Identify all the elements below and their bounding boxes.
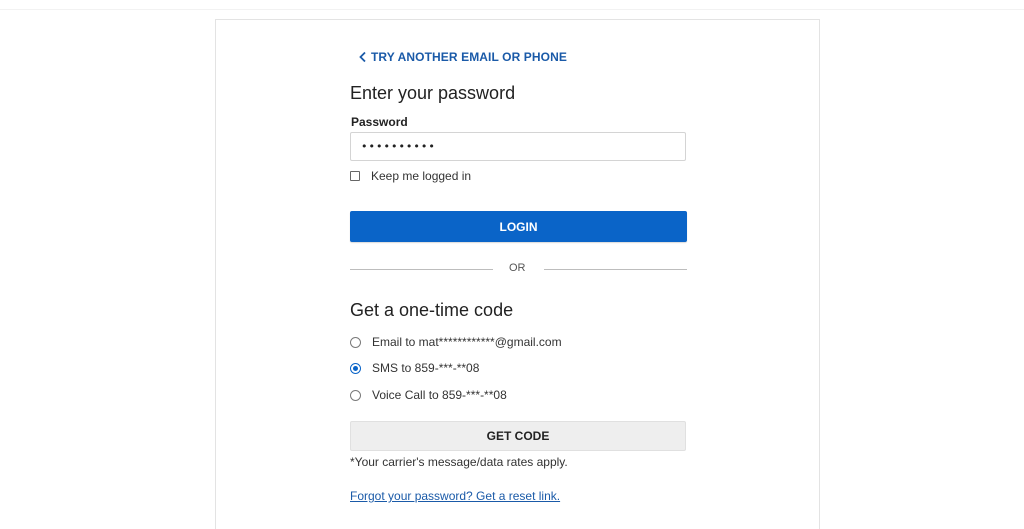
otp-option-email[interactable]: Email to mat************@gmail.com: [350, 335, 562, 349]
or-label: OR: [509, 262, 526, 274]
otp-email-label: Email to mat************@gmail.com: [372, 335, 562, 349]
keep-logged-in-row[interactable]: Keep me logged in: [350, 169, 471, 183]
otp-heading: Get a one-time code: [350, 300, 514, 320]
password-heading: Enter your password: [350, 83, 516, 103]
login-card: [215, 19, 820, 529]
keep-logged-in-checkbox[interactable]: [350, 171, 360, 181]
top-divider: [0, 9, 1024, 10]
otp-option-voice[interactable]: Voice Call to 859-***-**08: [350, 388, 507, 402]
try-another-link[interactable]: TRY ANOTHER EMAIL OR PHONE: [358, 50, 567, 64]
login-button[interactable]: LOGIN: [350, 211, 687, 242]
keep-logged-in-label: Keep me logged in: [371, 169, 472, 183]
chevron-left-icon: [358, 51, 368, 63]
otp-sms-label: SMS to 859-***-**08: [372, 361, 480, 375]
password-field[interactable]: ••••••••••: [350, 132, 686, 161]
reset-password-link[interactable]: Forgot your password? Get a reset link.: [350, 489, 560, 503]
otp-email-radio[interactable]: [350, 336, 361, 348]
try-another-label: TRY ANOTHER EMAIL OR PHONE: [371, 50, 567, 64]
otp-sms-radio[interactable]: [350, 362, 361, 374]
otp-voice-radio[interactable]: [350, 389, 361, 401]
or-divider-left: [350, 269, 493, 270]
password-label: Password: [351, 115, 408, 129]
rates-note: *Your carrier's message/data rates apply…: [350, 455, 568, 469]
otp-voice-label: Voice Call to 859-***-**08: [372, 388, 507, 402]
get-code-button[interactable]: GET CODE: [350, 421, 686, 451]
password-value: ••••••••••: [361, 140, 436, 153]
otp-option-sms[interactable]: SMS to 859-***-**08: [350, 361, 479, 375]
or-divider-right: [544, 269, 687, 270]
